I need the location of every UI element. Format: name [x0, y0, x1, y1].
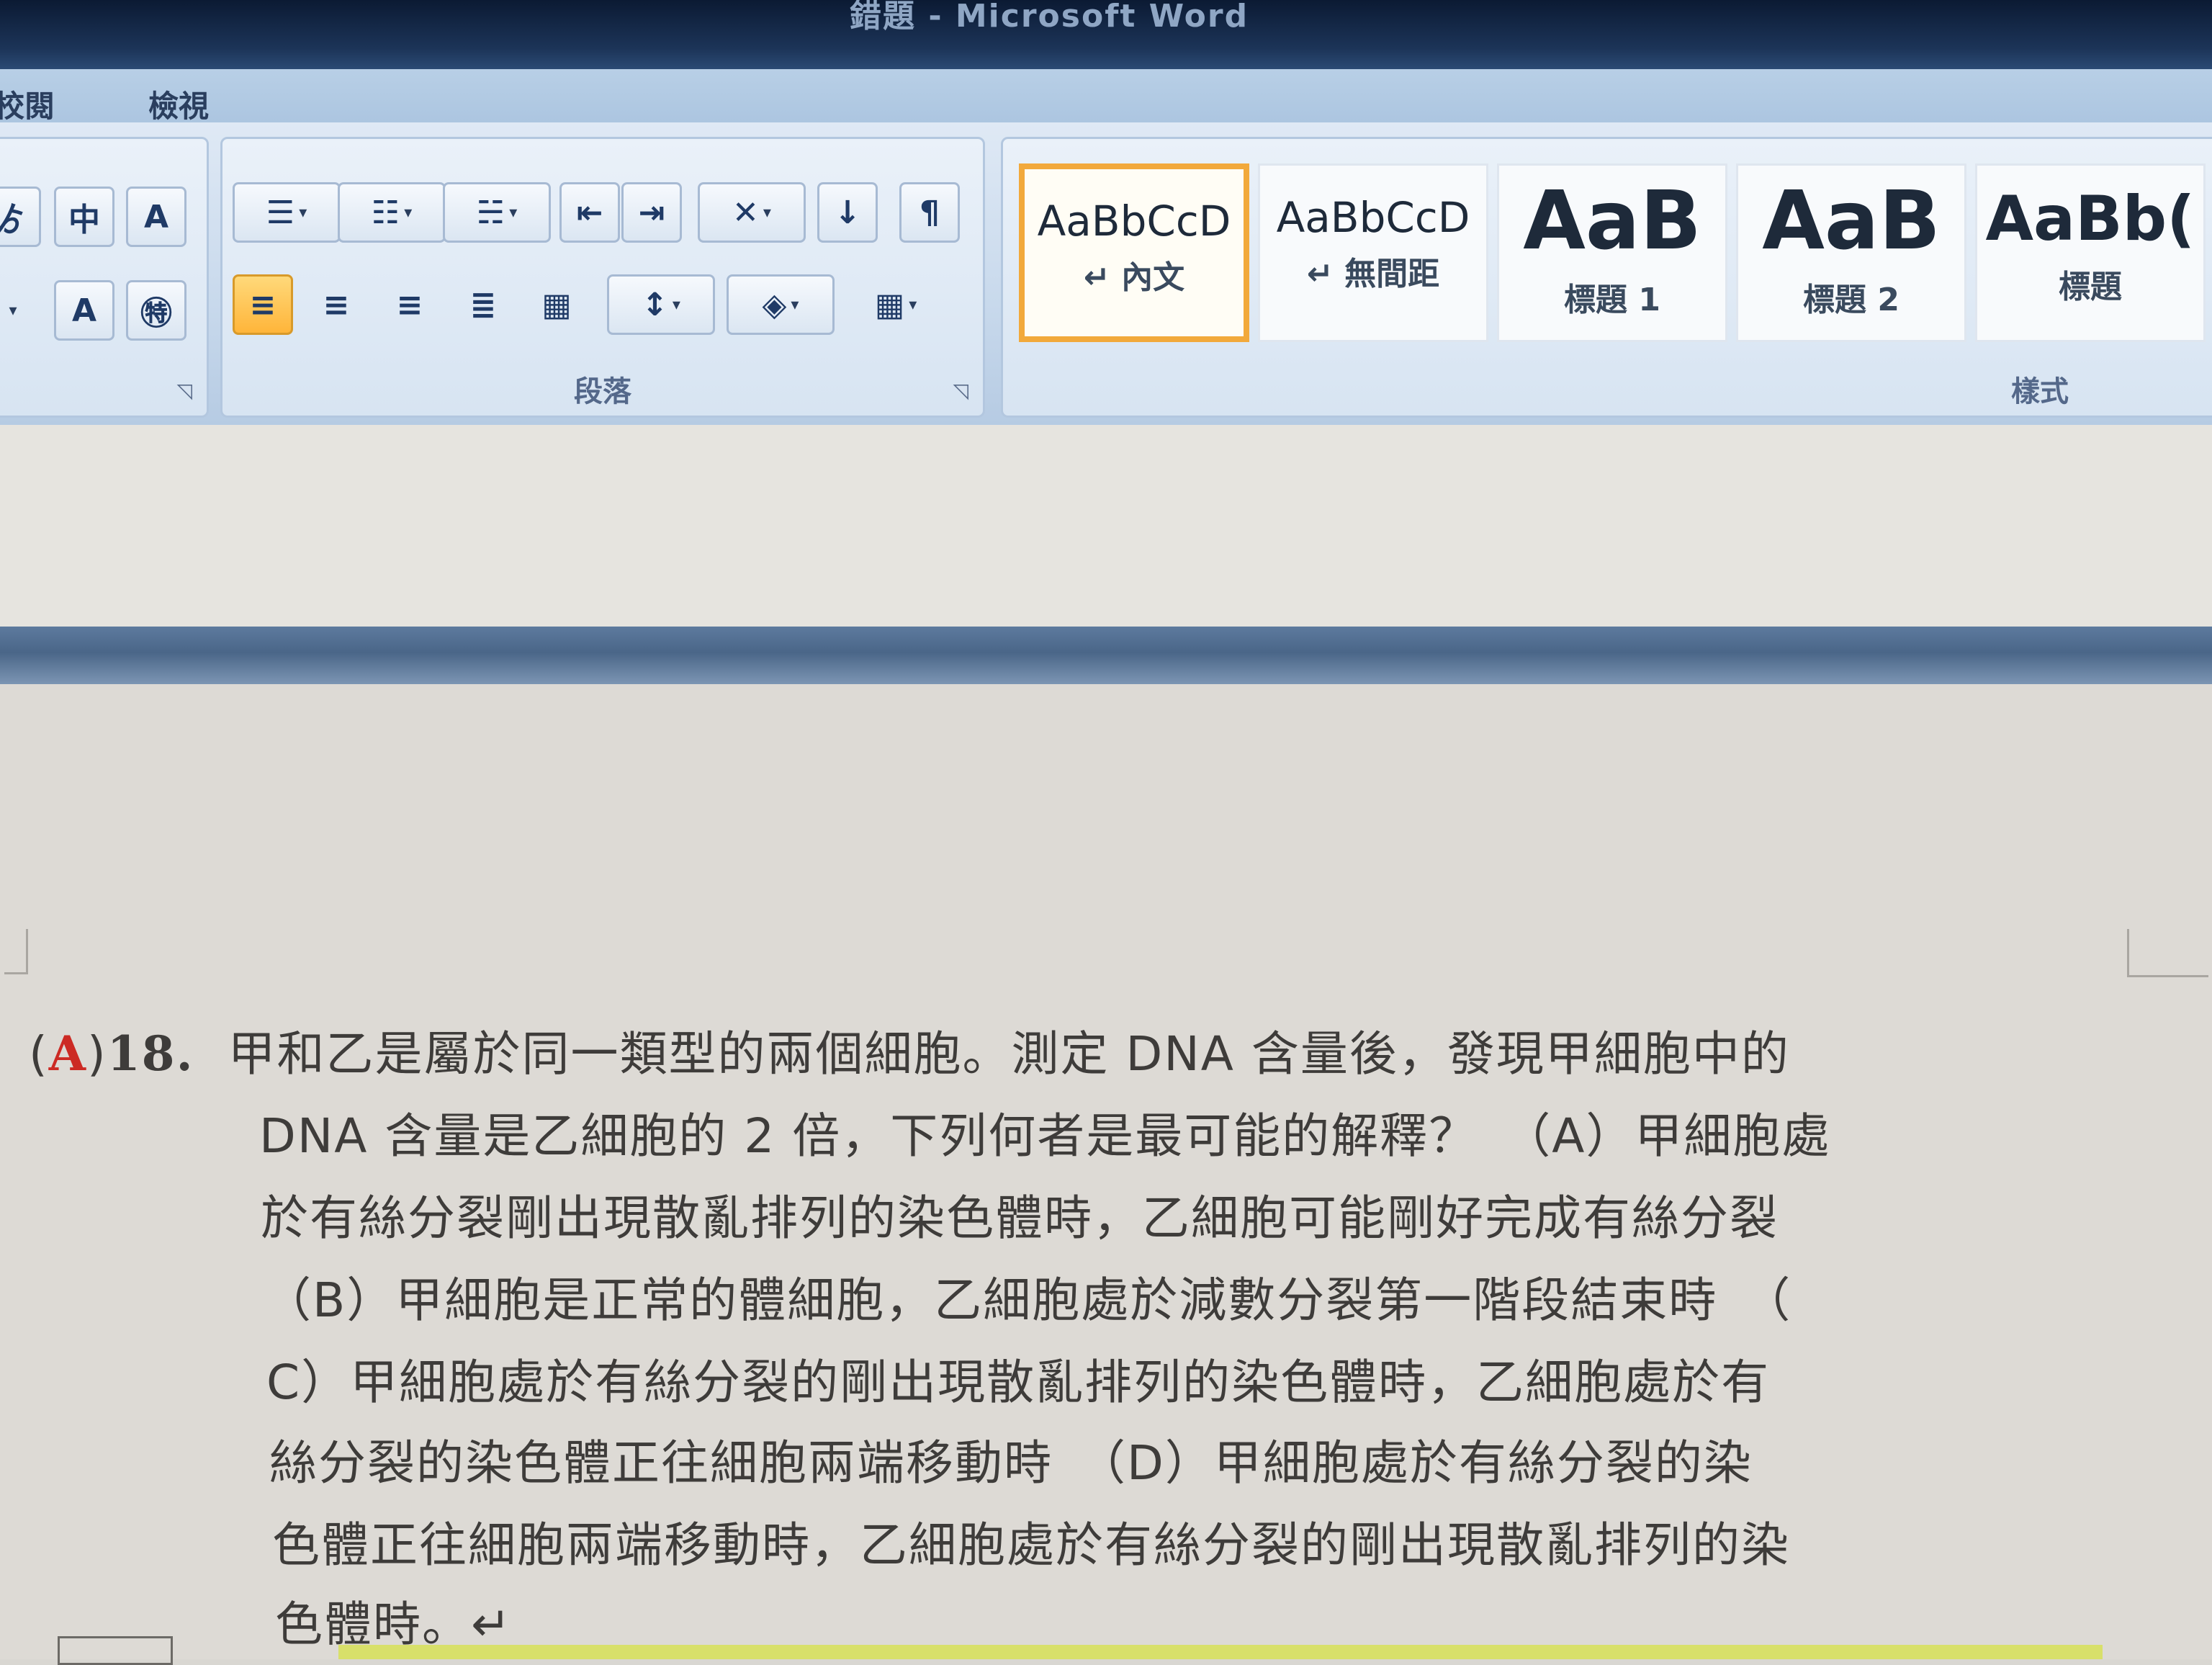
style-sample: AaBbCcD — [1037, 197, 1231, 246]
style-name: ↵ 無間距 — [1306, 256, 1440, 292]
center-icon[interactable]: ≡ — [306, 274, 367, 335]
highlight-strip — [338, 1645, 2103, 1659]
question-line: （B）甲細胞是正常的體細胞，乙細胞處於減數分裂第一階段結束時 （ — [264, 1273, 1792, 1328]
character-shading-icon[interactable]: A — [54, 280, 114, 341]
style-title[interactable]: AaBb( 標題 — [1975, 163, 2206, 342]
borders-icon[interactable]: ▦ ▾ — [842, 274, 950, 335]
style-heading-2[interactable]: AaB 標題 2 — [1736, 163, 1966, 342]
phonetic-guide-icon[interactable]: ゟ — [0, 187, 41, 247]
font-group: ゟ 中 A ▾ A ㊕ ◹ — [0, 137, 209, 418]
character-border-icon[interactable]: 中 — [54, 187, 114, 247]
title-bar: 錯題 - Microsoft Word — [0, 0, 2212, 69]
style-sample: AaBb( — [1985, 183, 2195, 255]
style-name: 標題 1 — [1564, 282, 1660, 318]
align-right-icon[interactable]: ≡ — [379, 274, 440, 335]
style-sample: AaB — [1523, 174, 1701, 268]
character-border-icon[interactable]: A — [126, 187, 186, 247]
question-header-line: (A)18. 甲和乙是屬於同一類型的兩個細胞。測定 DNA 含量後，發現甲細胞中… — [29, 1015, 1790, 1085]
style-heading-1[interactable]: AaB 標題 1 — [1497, 163, 1727, 342]
shading-icon[interactable]: ◈ ▾ — [727, 274, 835, 335]
style-sample: AaB — [1762, 174, 1941, 268]
bullets-icon[interactable]: ☰ ▾ — [233, 182, 341, 243]
next-item-box — [58, 1636, 173, 1665]
show-marks-icon[interactable]: ¶ — [899, 182, 960, 243]
crop-mark-right — [2127, 929, 2208, 977]
answer-paren-close: ) — [86, 1026, 107, 1082]
style-normal[interactable]: AaBbCcD ↵ 內文 — [1019, 163, 1249, 342]
tab-review[interactable]: 校閱 — [0, 82, 55, 126]
tab-view[interactable]: 檢視 — [148, 82, 209, 126]
enclose-characters-icon[interactable]: ㊕ — [126, 280, 186, 341]
numbering-icon[interactable]: ☷ ▾ — [338, 182, 446, 243]
question-line: DNA 含量是乙細胞的 2 倍，下列何者是最可能的解釋？ （A）甲細胞處 — [259, 1108, 1831, 1164]
style-name: ↵ 內文 — [1083, 259, 1185, 296]
previous-page-bottom — [0, 425, 2212, 627]
question-line: 色體正往細胞兩端移動時，乙細胞處於有絲分裂的剛出現散亂排列的染 — [272, 1517, 1790, 1573]
chinese-layout-icon[interactable]: ✕ ▾ — [698, 182, 806, 243]
question-line: 於有絲分裂剛出現散亂排列的染色體時，乙細胞可能剛好完成有絲分裂 — [261, 1190, 1779, 1246]
justify-icon[interactable]: ≣ — [453, 274, 513, 335]
multilevel-list-icon[interactable]: ☵ ▾ — [443, 182, 551, 243]
crop-mark-left — [4, 929, 28, 974]
answer-letter: A — [48, 1026, 87, 1082]
style-name: 標題 — [2059, 269, 2122, 305]
line-spacing-icon[interactable]: ↕ ▾ — [607, 274, 715, 335]
style-sample: AaBbCcD — [1276, 193, 1470, 242]
align-left-icon[interactable]: ≡ — [233, 274, 293, 335]
increase-indent-icon[interactable]: ⇥ — [621, 182, 682, 243]
ribbon: ゟ 中 A ▾ A ㊕ ◹ ☰ ▾ ☷ ▾ ☵ ▾ ⇤ ⇥ ✕ ▾ ↓ ¶ ≡ ≡ ≡ … — [0, 122, 2212, 425]
group-label-paragraph: 段落 — [574, 375, 631, 408]
style-no-spacing[interactable]: AaBbCcD ↵ 無間距 — [1258, 163, 1488, 342]
chevron-down-icon[interactable]: ▾ — [0, 280, 41, 341]
style-name: 標題 2 — [1803, 282, 1899, 318]
question-line: C）甲細胞處於有絲分裂的剛出現散亂排列的染色體時，乙細胞處於有 — [266, 1355, 1771, 1410]
page-separator — [0, 627, 2212, 684]
styles-group: AaBbCcD ↵ 內文 AaBbCcD ↵ 無間距 AaB 標題 1 AaB … — [1001, 137, 2212, 418]
decrease-indent-icon[interactable]: ⇤ — [559, 182, 620, 243]
sort-icon[interactable]: ↓ — [817, 182, 878, 243]
dialog-launcher-icon[interactable]: ◹ — [953, 379, 968, 403]
answer-paren-open: ( — [29, 1026, 49, 1082]
distributed-icon[interactable]: ▦ — [526, 274, 587, 335]
dialog-launcher-icon[interactable]: ◹ — [176, 379, 192, 403]
paragraph-group: ☰ ▾ ☷ ▾ ☵ ▾ ⇤ ⇥ ✕ ▾ ↓ ¶ ≡ ≡ ≡ ≣ ▦ ↕ ▾ ◈ ▾ ▦ ▾ 段… — [220, 137, 985, 418]
group-label-styles: 樣式 — [2011, 375, 2069, 408]
question-line: 絲分裂的染色體正往細胞兩端移動時 （D）甲細胞處於有絲分裂的染 — [269, 1435, 1753, 1491]
question-number: 18. — [107, 1026, 194, 1082]
question-line: 甲和乙是屬於同一類型的兩個細胞。測定 DNA 含量後，發現甲細胞中的 — [228, 1026, 1790, 1082]
window-title: 錯題 - Microsoft Word — [850, 0, 1249, 35]
